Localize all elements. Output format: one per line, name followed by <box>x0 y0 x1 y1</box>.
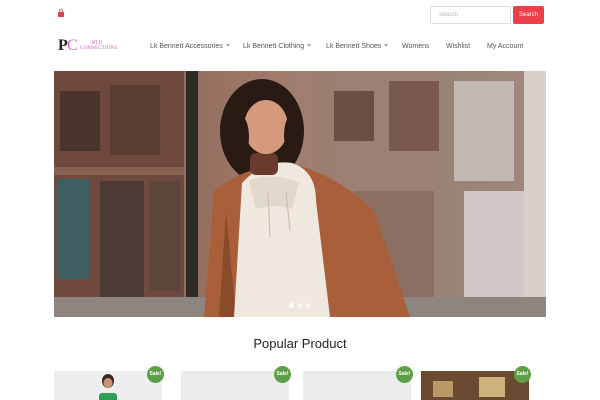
nav-item-label: Womens <box>402 43 430 50</box>
sale-badge: Sale! <box>514 366 531 383</box>
nav-item-label: Lk Bennett Clothing <box>243 43 305 50</box>
slider-dot-2[interactable] <box>297 303 302 308</box>
slider-dots <box>289 303 313 309</box>
nav-item-wishlist[interactable]: Wishlist <box>446 42 470 52</box>
search-input[interactable] <box>430 6 511 24</box>
slider-dot-1[interactable] <box>289 303 294 308</box>
main-nav: Lk Bennett Accessories Lk Bennett Clothi… <box>0 42 600 52</box>
nav-item-label: Lk Bennett Accessories <box>150 43 223 50</box>
search-button[interactable]: Search <box>513 6 544 24</box>
chevron-down-icon <box>226 43 230 47</box>
chevron-down-icon <box>384 43 389 47</box>
product-card[interactable] <box>54 371 162 400</box>
product-image <box>181 371 289 400</box>
nav-item-lk-bennett-clothing[interactable]: Lk Bennett Clothing <box>243 42 311 52</box>
slider-dot-3[interactable] <box>305 303 310 308</box>
section-title: Popular Product <box>253 336 347 351</box>
sale-badge: Sale! <box>274 366 291 383</box>
nav-item-my-account[interactable]: My Account <box>487 42 523 52</box>
nav-item-label: My Account <box>487 43 524 50</box>
hero-image <box>54 71 546 317</box>
product-card[interactable] <box>303 371 411 400</box>
sale-badge: Sale! <box>147 366 164 383</box>
shopping-bag-icon[interactable] <box>57 9 65 17</box>
product-image <box>303 371 411 400</box>
chevron-down-icon <box>307 43 311 47</box>
sale-badge: Sale! <box>396 366 413 383</box>
nav-item-womens[interactable]: Womens <box>402 42 430 52</box>
hero-slider[interactable] <box>54 71 546 317</box>
product-image <box>54 371 162 400</box>
nav-item-label: Wishlist <box>446 43 471 50</box>
nav-item-lk-bennett-shoes[interactable]: Lk Bennett Shoes <box>326 42 389 52</box>
nav-item-lk-bennett-accessories[interactable]: Lk Bennett Accessories <box>150 42 230 52</box>
product-image <box>421 371 529 400</box>
nav-item-label: Lk Bennett Shoes <box>326 43 382 50</box>
product-card[interactable] <box>421 371 529 400</box>
product-card[interactable] <box>181 371 289 400</box>
